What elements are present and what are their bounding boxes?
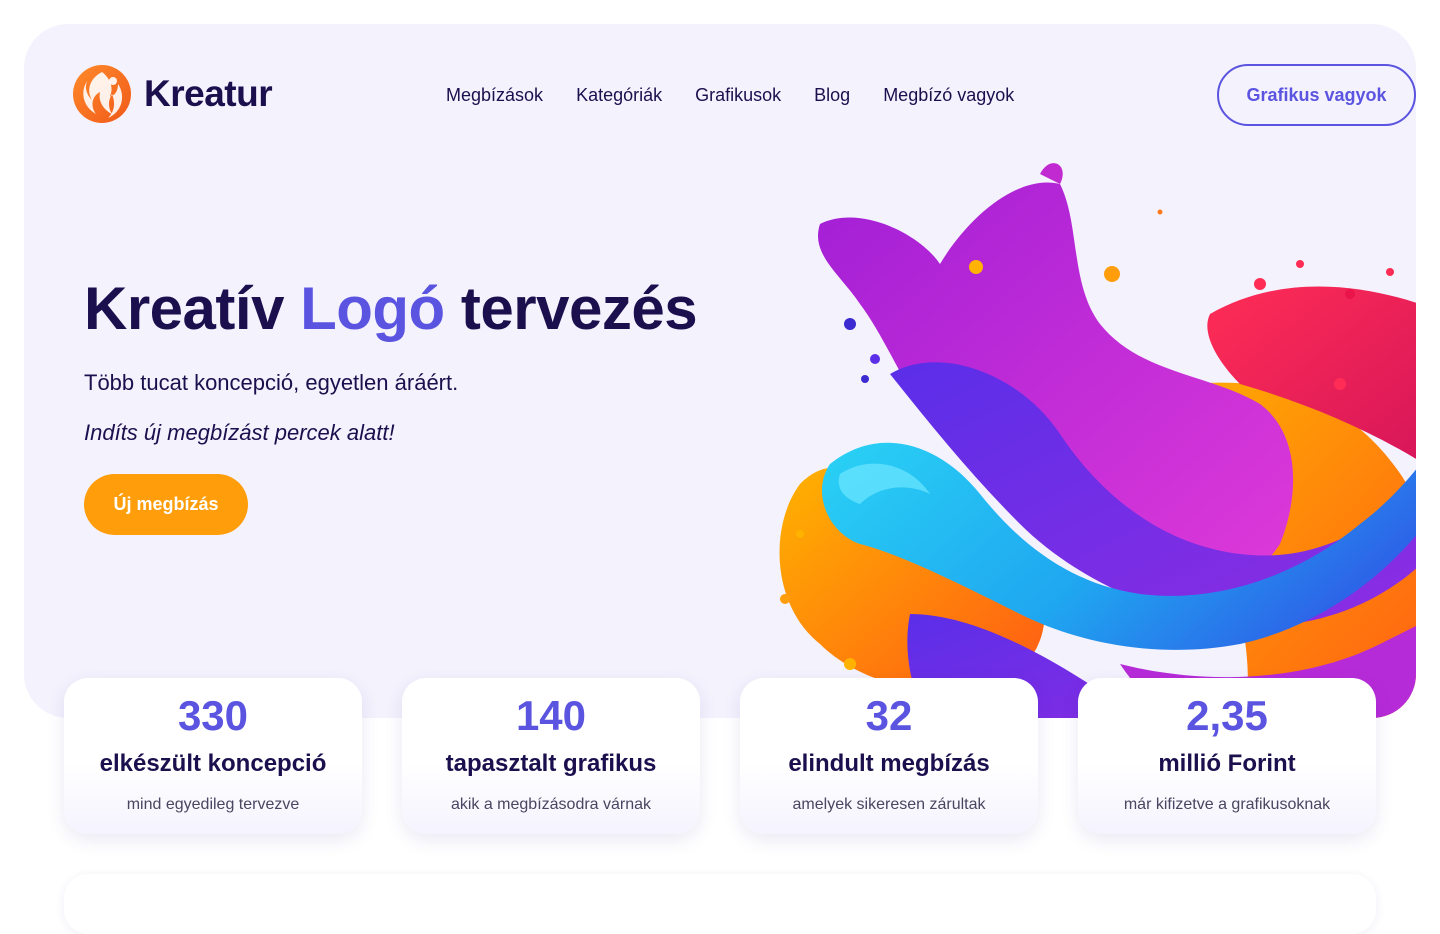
designer-signup-button[interactable]: Grafikus vagyok: [1217, 64, 1416, 126]
nav-item-grafikusok[interactable]: Grafikusok: [695, 82, 781, 108]
stat-card-orders: 32 elindult megbízás amelyek sikeresen z…: [740, 678, 1038, 834]
stat-value: 140: [515, 692, 587, 739]
stat-title: millió Forint: [1158, 750, 1296, 777]
nav-item-megbizo-vagyok[interactable]: Megbízó vagyok: [883, 82, 1014, 108]
stat-description: már kifizetve a grafikusoknak: [1123, 796, 1331, 813]
hero-title-part3: tervezés: [460, 275, 698, 342]
nav-item-megbizasok[interactable]: Megbízások: [446, 82, 543, 108]
paint-splash-image: [779, 163, 1416, 718]
hero-title-accent: Logó: [300, 275, 445, 342]
flame-swirl-icon: [73, 65, 131, 123]
stat-card-designers: 140 tapasztalt grafikus akik a megbízáso…: [402, 678, 700, 834]
stat-description: akik a megbízásodra várnak: [450, 796, 652, 813]
nav-item-kategoriak[interactable]: Kategóriák: [576, 82, 662, 108]
hero-title-part1: Kreatív: [84, 275, 284, 342]
stat-card-concepts: 330 elkészült koncepció mind egyedileg t…: [64, 678, 362, 834]
brand-name: Kreatur: [144, 73, 273, 114]
stat-value: 2,35: [1186, 692, 1268, 739]
stat-value: 330: [177, 692, 249, 739]
stat-card-payouts: 2,35 millió Forint már kifizetve a grafi…: [1078, 678, 1376, 834]
new-order-button[interactable]: Új megbízás: [84, 474, 248, 535]
hero-tagline: Indíts új megbízást percek alatt!: [84, 420, 395, 445]
brand-logo[interactable]: Kreatur: [72, 64, 273, 124]
next-section-card: [64, 874, 1376, 934]
stat-value: 32: [865, 692, 913, 739]
hero-subtitle: Több tucat koncepció, egyetlen áráért.: [84, 370, 459, 395]
hero-section: Kreatur Megbízások Kategóriák Grafikusok…: [24, 24, 1416, 718]
stat-title: elindult megbízás: [788, 750, 990, 777]
stat-description: amelyek sikeresen zárultak: [792, 796, 986, 813]
stat-title: elkészült koncepció: [99, 750, 327, 777]
main-nav: Megbízások Kategóriák Grafikusok Blog Me…: [446, 82, 1014, 108]
stat-description: mind egyedileg tervezve: [126, 796, 300, 813]
nav-item-blog[interactable]: Blog: [814, 82, 850, 108]
stat-title: tapasztalt grafikus: [445, 750, 657, 777]
hero-title: Kreatív Logó tervezés: [84, 274, 698, 343]
